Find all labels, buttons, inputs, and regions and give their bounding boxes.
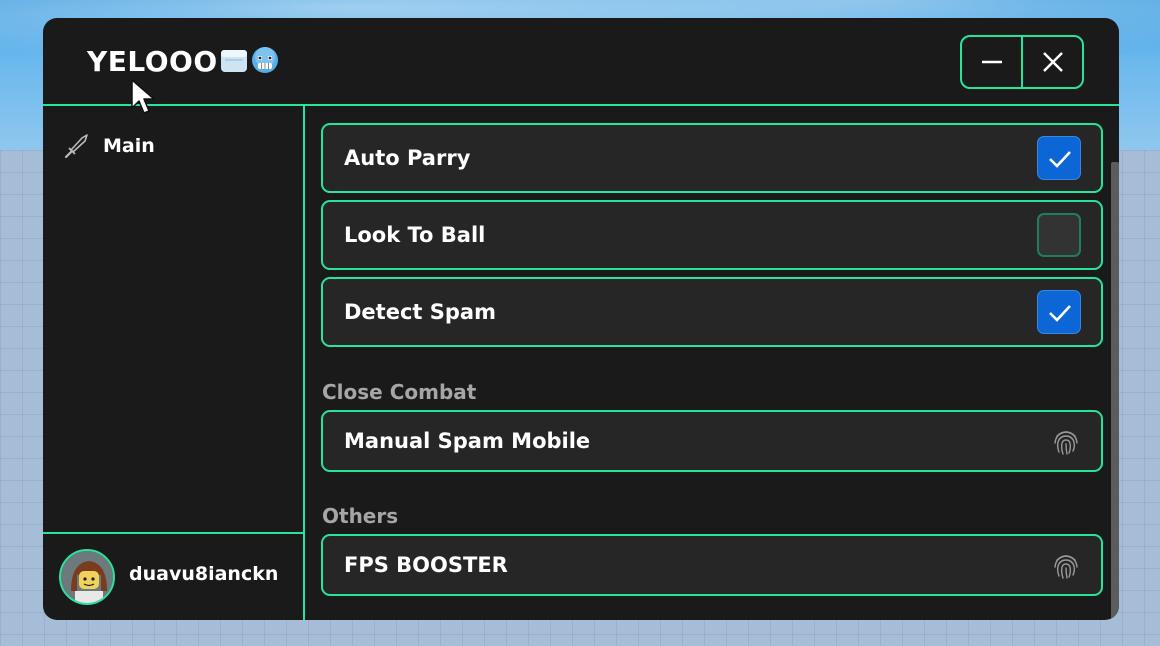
scrollbar[interactable] [1111, 162, 1119, 620]
section-title-close-combat: Close Combat [322, 380, 477, 404]
checkbox-look-to-ball[interactable] [1037, 213, 1081, 257]
main-content: Auto Parry Look To Ball Detect Spam Clos… [305, 106, 1119, 620]
button-fps-booster[interactable]: FPS BOOSTER [321, 534, 1103, 596]
script-window: YELOOO Main duavu8ianckn Auto Parry Look… [43, 18, 1119, 620]
checkbox-auto-parry[interactable] [1037, 136, 1081, 180]
title-bar[interactable]: YELOOO [43, 18, 1119, 106]
toggle-auto-parry[interactable]: Auto Parry [321, 123, 1103, 193]
sidebar-item-main[interactable]: Main [63, 132, 155, 160]
toggle-label: Auto Parry [344, 146, 471, 170]
username: duavu8ianckn [129, 563, 279, 585]
fingerprint-icon [1054, 431, 1078, 455]
checkbox-detect-spam[interactable] [1037, 290, 1081, 334]
checkmark-icon [1049, 151, 1071, 168]
button-label: FPS BOOSTER [344, 553, 508, 577]
sidebar: Main duavu8ianckn [43, 106, 305, 620]
window-title-text: YELOOO [87, 45, 218, 78]
sidebar-item-label: Main [103, 135, 155, 157]
window-title: YELOOO [87, 45, 280, 78]
button-label: Manual Spam Mobile [344, 429, 591, 453]
checkmark-icon [1049, 305, 1071, 322]
toggle-look-to-ball[interactable]: Look To Ball [321, 200, 1103, 270]
cold-face-icon [250, 45, 280, 75]
sword-icon [64, 134, 88, 159]
ice-cube-icon [219, 45, 249, 75]
toggle-label: Look To Ball [344, 223, 486, 247]
toggle-label: Detect Spam [344, 300, 496, 324]
window-controls [960, 35, 1084, 89]
button-manual-spam-mobile[interactable]: Manual Spam Mobile [321, 410, 1103, 472]
section-title-others: Others [322, 504, 399, 528]
minimize-icon [981, 60, 1002, 64]
fingerprint-icon [1054, 555, 1078, 579]
mouse-cursor-icon [131, 79, 155, 114]
toggle-detect-spam[interactable]: Detect Spam [321, 277, 1103, 347]
avatar [59, 549, 115, 605]
close-icon [1042, 52, 1063, 72]
user-profile: duavu8ianckn [43, 532, 303, 620]
minimize-button[interactable] [962, 37, 1021, 87]
close-button[interactable] [1021, 37, 1082, 87]
